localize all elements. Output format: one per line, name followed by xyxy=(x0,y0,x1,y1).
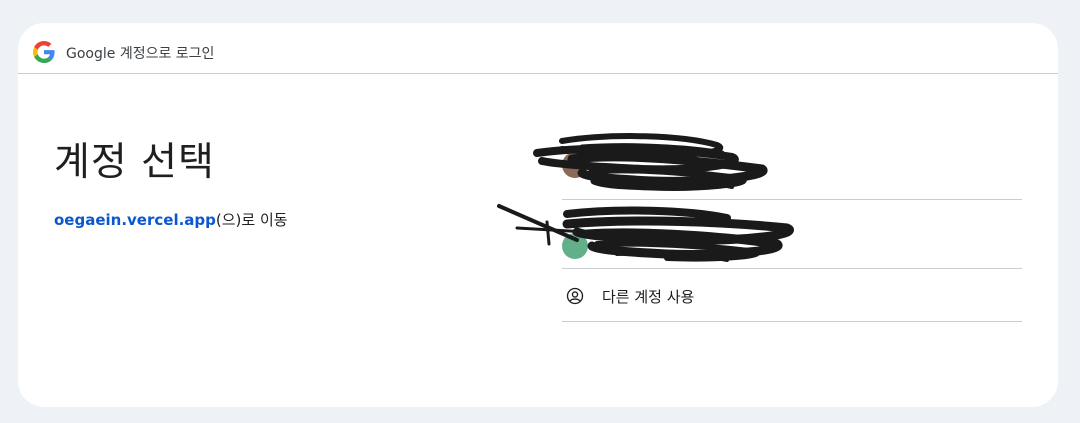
header-title: Google 계정으로 로그인 xyxy=(66,46,215,62)
avatar xyxy=(562,152,588,178)
sign-in-card: Google 계정으로 로그인 계정 선택 oegaein.vercel.app… xyxy=(18,23,1058,407)
app-link[interactable]: oegaein.vercel.app xyxy=(54,211,216,229)
account-item[interactable] xyxy=(533,129,1022,200)
page-title: 계정 선택 xyxy=(54,140,215,185)
use-another-account-button[interactable]: 다른 계정 사용 xyxy=(562,269,1022,322)
subtitle: oegaein.vercel.app(으)로 이동 xyxy=(54,209,288,230)
subtitle-suffix: (으)로 이동 xyxy=(215,211,288,229)
card-header: Google 계정으로 로그인 xyxy=(18,23,1058,74)
redaction-scribble xyxy=(497,204,794,262)
avatar xyxy=(562,233,588,259)
account-circle-icon xyxy=(566,287,584,305)
account-item[interactable] xyxy=(497,200,1022,269)
google-logo-icon xyxy=(33,41,55,63)
use-another-account-label: 다른 계정 사용 xyxy=(602,288,695,306)
account-list: 다른 계정 사용 xyxy=(497,129,1022,322)
